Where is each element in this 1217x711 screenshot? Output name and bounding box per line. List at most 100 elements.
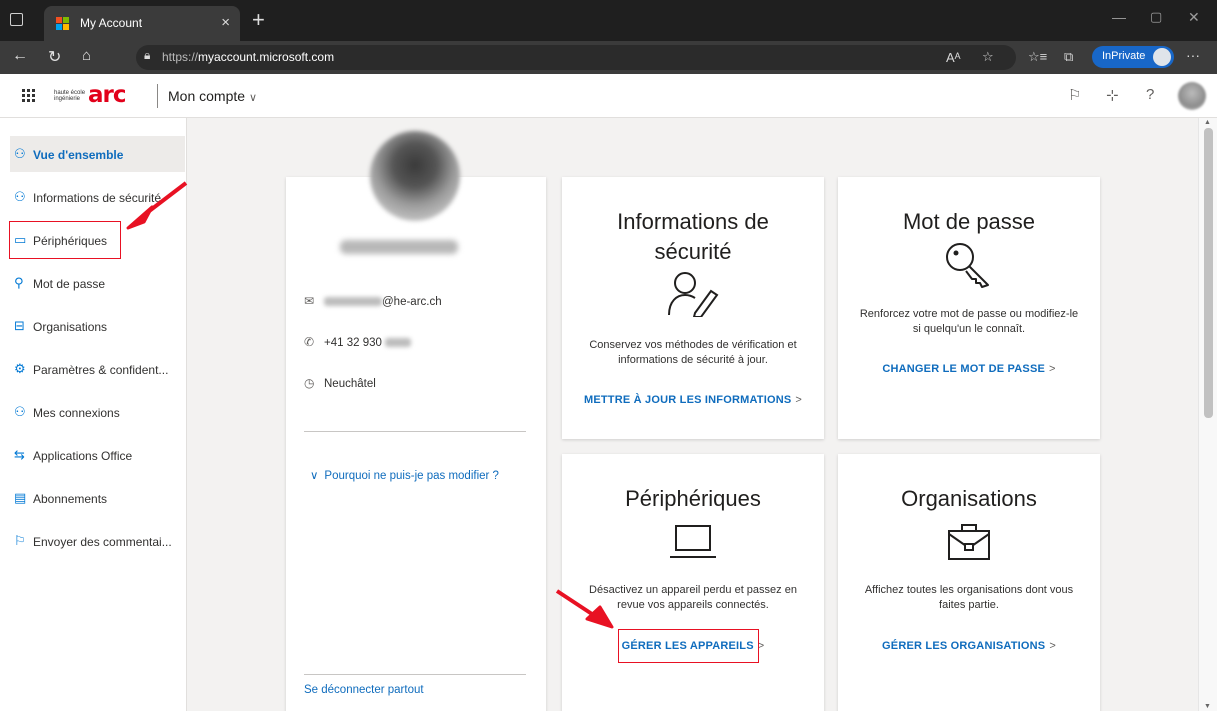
why-cant-edit-link[interactable]: ∨ Pourquoi ne puis-je pas modifier ? <box>310 468 499 482</box>
tile-desc-line2: revue vos appareils connectés. <box>617 599 769 611</box>
redacted-phone <box>385 338 412 348</box>
inprivate-button[interactable]: InPrivate <box>1092 46 1174 68</box>
collections-icon[interactable]: ⧉ <box>1064 49 1073 65</box>
chevron-down-icon: ∨ <box>310 470 319 482</box>
scrollbar-thumb[interactable] <box>1204 128 1213 418</box>
profile-divider <box>304 674 526 675</box>
main-content: ✉ @he-arc.ch ✆ +41 32 930 ◷ Neuchâtel ∨ Pour… <box>188 118 1198 711</box>
tile-organisations: Organisations Affichez toutes les organi… <box>838 454 1100 711</box>
feedback-icon[interactable]: ⚐ <box>1068 86 1081 104</box>
nav-label: Mot de passe <box>33 277 106 291</box>
tile-title-line1: Informations de <box>617 209 769 234</box>
he-arc-logo[interactable]: haute école ingénierie arc <box>54 82 134 108</box>
app-launcher-icon[interactable] <box>22 89 36 103</box>
profile-photo[interactable] <box>370 131 460 221</box>
tile-desc-line2: si quelqu'un le connaît. <box>912 323 1026 335</box>
sign-in-icon: ⚇ <box>14 404 26 419</box>
nav-item-feedback[interactable]: ⚐ Envoyer des commentai... <box>10 523 185 559</box>
more-options-icon[interactable]: ··· <box>1186 47 1200 63</box>
app-title: Mon compte <box>168 88 246 104</box>
favorites-icon[interactable]: ☆≡ <box>1028 49 1047 65</box>
feedback-icon: ⚐ <box>14 533 26 548</box>
profile-location: ◷ Neuchâtel <box>304 376 376 390</box>
back-icon[interactable]: ← <box>12 47 28 65</box>
nav-item-security-info[interactable]: ⚇ Informations de sécurité <box>10 179 185 215</box>
browser-tab-bar: My Account × + — ▢ ✕ <box>0 0 1217 41</box>
microsoft-logo-icon <box>56 17 70 31</box>
nav-item-devices[interactable]: ▭ Périphériques <box>9 221 121 259</box>
tile-password: Mot de passe Renforcez votre mot de pass… <box>838 177 1100 439</box>
maximize-icon[interactable]: ▢ <box>1150 9 1162 25</box>
link-label: GÉRER LES ORGANISATIONS <box>882 640 1046 652</box>
browser-tab-my-account[interactable]: My Account × <box>44 6 240 41</box>
help-icon[interactable]: ? <box>1146 86 1154 103</box>
tile-devices: Périphériques Désactivez un appareil per… <box>562 454 824 711</box>
link-label: METTRE À JOUR LES INFORMATIONS <box>583 394 792 406</box>
nav-item-organisations[interactable]: ⊟ Organisations <box>10 308 185 344</box>
chevron-right-icon: > <box>1049 640 1056 652</box>
nav-label: Envoyer des commentai... <box>33 535 172 549</box>
scroll-down-icon[interactable]: ▼ <box>1204 703 1211 710</box>
nav-item-password[interactable]: ⚲ Mot de passe <box>10 265 185 301</box>
subscriptions-icon: ▤ <box>14 490 27 505</box>
home-icon[interactable]: ⌂ <box>82 47 91 64</box>
chevron-right-icon: > <box>795 394 803 406</box>
app-header: haute école ingénierie arc Mon compte ∨ … <box>0 74 1217 118</box>
nav-item-my-signins[interactable]: ⚇ Mes connexions <box>10 394 185 430</box>
url-prefix: https:// <box>162 50 199 64</box>
location-icon: ◷ <box>304 376 315 390</box>
link-label: CHANGER LE MOT DE PASSE <box>882 363 1046 375</box>
tile-desc-line1: Renforcez votre mot de passe ou modifiez… <box>859 308 1079 320</box>
chevron-down-icon: ∨ <box>248 92 257 104</box>
logo-subtitle: haute école ingénierie <box>54 90 86 102</box>
annotation-highlight-box <box>618 629 759 663</box>
url-field[interactable]: 🔒︎ https://myaccount.microsoft.com Aᴬ ☆ <box>136 45 1016 70</box>
minimize-icon[interactable]: — <box>1112 9 1126 25</box>
nav-item-settings-privacy[interactable]: ⚙ Paramètres & confident... <box>10 351 185 387</box>
left-navigation: ⚇ Vue d'ensemble ⚇ Informations de sécur… <box>0 118 187 711</box>
nav-label: Applications Office <box>33 449 133 463</box>
phone-prefix: +41 32 930 <box>324 337 382 349</box>
user-name-redacted <box>340 240 458 254</box>
tile-security-info: Informations de sécurité Conservez vos m… <box>562 177 824 439</box>
profile-divider <box>304 431 526 432</box>
nav-item-overview[interactable]: ⚇ Vue d'ensemble <box>10 136 185 172</box>
tab-title: My Account <box>80 16 143 30</box>
tile-desc-line1: Désactivez un appareil perdu et passez e… <box>589 584 797 596</box>
tile-desc-line2: faites partie. <box>939 599 999 611</box>
nav-label: Périphériques <box>33 234 108 248</box>
close-window-icon[interactable]: ✕ <box>1188 9 1200 26</box>
briefcase-icon: ⊟ <box>14 318 25 333</box>
person-icon: ⚇ <box>14 146 26 161</box>
sign-out-everywhere-link[interactable]: Se déconnecter partout <box>304 684 424 696</box>
laptop-icon <box>562 524 824 560</box>
read-aloud-icon[interactable]: Aᴬ <box>946 50 961 65</box>
tab-close-icon[interactable]: × <box>221 14 230 31</box>
refresh-icon[interactable]: ↻ <box>48 47 61 67</box>
nav-item-office-apps[interactable]: ⇆ Applications Office <box>10 437 185 473</box>
tile-title: Informations de sécurité <box>562 207 824 267</box>
manage-organisations-link[interactable]: GÉRER LES ORGANISATIONS > <box>838 640 1100 652</box>
lock-icon[interactable]: 🔒︎ <box>144 48 150 63</box>
why-label: Pourquoi ne puis-je pas modifier ? <box>324 470 499 482</box>
vertical-scrollbar[interactable]: ▲ ▼ <box>1198 118 1217 711</box>
gear-icon: ⚙ <box>14 361 26 376</box>
user-avatar[interactable] <box>1178 82 1206 110</box>
redacted-email-user <box>324 297 382 307</box>
phone-icon: ✆ <box>304 335 315 349</box>
location-text: Neuchâtel <box>324 378 376 390</box>
scroll-up-icon[interactable]: ▲ <box>1204 119 1211 126</box>
profile-card: ✉ @he-arc.ch ✆ +41 32 930 ◷ Neuchâtel ∨ Pour… <box>286 177 546 711</box>
tile-desc-line1: Conservez vos méthodes de vérification e… <box>589 339 797 351</box>
nav-item-subscriptions[interactable]: ▤ Abonnements <box>10 480 185 516</box>
tab-actions-icon[interactable] <box>10 13 23 26</box>
app-title-dropdown[interactable]: Mon compte ∨ <box>168 88 257 104</box>
security-info-icon: ⚇ <box>14 189 26 204</box>
tile-desc-line1: Affichez toutes les organisations dont v… <box>864 584 1074 596</box>
new-tab-button[interactable]: + <box>252 7 265 33</box>
org-chart-icon[interactable]: ⊹ <box>1106 86 1119 104</box>
add-favorite-icon[interactable]: ☆ <box>982 49 994 65</box>
update-info-link[interactable]: METTRE À JOUR LES INFORMATIONS > <box>562 394 824 406</box>
mail-icon: ✉ <box>304 294 315 308</box>
change-password-link[interactable]: CHANGER LE MOT DE PASSE > <box>838 363 1100 375</box>
